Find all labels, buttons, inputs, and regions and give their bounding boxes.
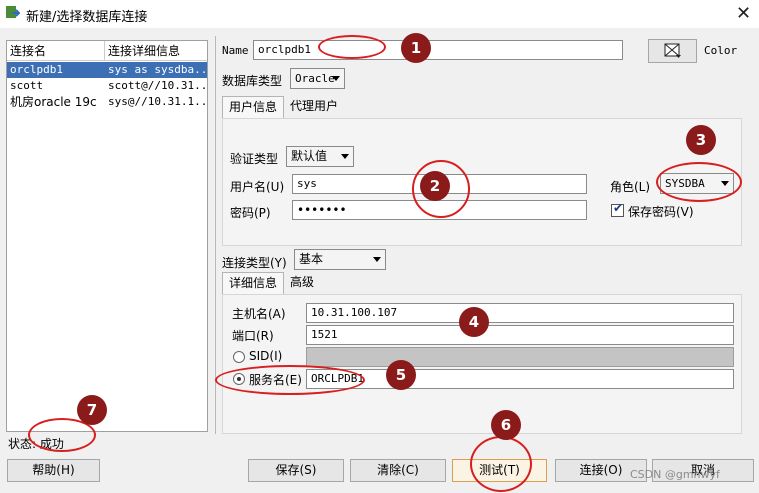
annotation-ring-1 — [318, 35, 386, 59]
list-item-detail: sys@//10.31.1... — [108, 95, 207, 108]
list-item-name: 机房oracle 19c — [10, 95, 97, 109]
host-label: 主机名(A) — [232, 307, 286, 321]
clear-button[interactable]: 清除(C) — [350, 459, 446, 482]
sid-input-disabled — [306, 347, 734, 367]
annotation-badge-6: 6 — [491, 410, 521, 440]
save-button[interactable]: 保存(S) — [248, 459, 344, 482]
role-label: 角色(L) — [610, 180, 651, 194]
title-bar: 新建/选择数据库连接 ✕ — [0, 0, 759, 28]
tab-proxy-user[interactable]: 代理用户 — [284, 96, 344, 118]
conn-type-label: 连接类型(Y) — [222, 256, 287, 270]
annotation-ring-6 — [470, 436, 532, 492]
close-icon[interactable]: ✕ — [736, 3, 751, 24]
color-picker-icon — [664, 43, 681, 58]
list-item-name: scott — [10, 79, 44, 92]
port-label: 端口(R) — [232, 329, 274, 343]
sid-radio[interactable] — [233, 351, 245, 363]
app-icon — [6, 6, 20, 18]
port-input[interactable]: 1521 — [306, 325, 734, 345]
column-header-detail[interactable]: 连接详细信息 — [105, 41, 207, 61]
username-label: 用户名(U) — [230, 180, 285, 194]
help-button[interactable]: 帮助(H) — [7, 459, 100, 482]
chevron-down-icon — [332, 76, 340, 81]
annotation-badge-3: 3 — [686, 125, 716, 155]
sid-label: SID(I) — [249, 349, 283, 363]
chevron-down-icon — [373, 257, 381, 262]
chevron-down-icon — [341, 154, 349, 159]
service-input[interactable]: ORCLPDB1 — [306, 369, 734, 389]
host-input[interactable]: 10.31.100.107 — [306, 303, 734, 323]
list-item-detail: scott@//10.31.... — [108, 79, 207, 92]
annotation-ring-5 — [215, 365, 365, 395]
tab-user-info[interactable]: 用户信息 — [222, 96, 285, 118]
auth-type-value: 默认值 — [291, 149, 328, 163]
annotation-badge-7: 7 — [77, 395, 107, 425]
password-label: 密码(P) — [230, 206, 271, 220]
auth-type-select[interactable]: 默认值 — [286, 146, 354, 167]
column-header-name[interactable]: 连接名 — [7, 41, 105, 61]
window-title: 新建/选择数据库连接 — [26, 10, 148, 25]
list-item-name: orclpdb1 — [10, 63, 63, 76]
annotation-badge-1: 1 — [401, 33, 431, 63]
annotation-badge-4: 4 — [459, 307, 489, 337]
db-type-label: 数据库类型 — [222, 74, 283, 88]
tab-details[interactable]: 详细信息 — [222, 272, 285, 294]
save-password-label: 保存密码(V) — [628, 205, 694, 219]
list-item[interactable]: 机房oracle 19c sys@//10.31.1... — [7, 94, 207, 110]
db-type-select[interactable]: Oracle — [290, 68, 345, 89]
watermark: CSDN @gmnwyf — [630, 468, 720, 481]
checkmark-icon: ✔ — [613, 201, 624, 215]
color-button[interactable] — [648, 39, 697, 63]
list-item[interactable]: orclpdb1 sys as sysdba... — [7, 62, 207, 78]
tab-advanced[interactable]: 高级 — [284, 272, 320, 294]
conn-type-select[interactable]: 基本 — [294, 249, 386, 270]
save-password-checkbox[interactable]: ✔ — [611, 201, 624, 217]
conn-type-value: 基本 — [299, 252, 324, 266]
list-item[interactable]: scott scott@//10.31.... — [7, 78, 207, 94]
color-label: Color — [704, 44, 738, 57]
annotation-badge-2: 2 — [420, 171, 450, 201]
annotation-ring-3 — [656, 162, 742, 202]
name-label: Name — [222, 44, 249, 57]
annotation-badge-5: 5 — [386, 360, 416, 390]
list-item-detail: sys as sysdba... — [108, 63, 207, 76]
connection-list[interactable]: 连接名 连接详细信息 orclpdb1 sys as sysdba... sco… — [6, 40, 208, 432]
splitter[interactable] — [215, 36, 216, 434]
name-input[interactable]: orclpdb1 — [253, 40, 623, 60]
auth-type-label: 验证类型 — [230, 152, 279, 166]
db-type-value: Oracle — [295, 72, 335, 85]
